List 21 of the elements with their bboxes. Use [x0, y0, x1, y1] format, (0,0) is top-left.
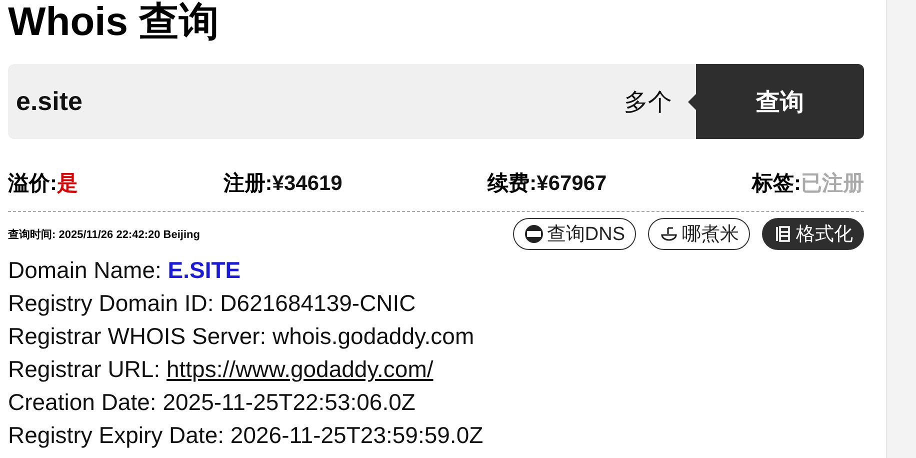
stat-text: 标签:已注册 — [752, 170, 864, 197]
whois-line: Registrar WHOIS Server: whois.godaddy.com — [8, 322, 476, 351]
whois-line: Registry Domain ID: D621684139-CNIC — [8, 289, 417, 318]
stat-text: 续费:¥67967 — [488, 171, 607, 197]
action-button[interactable]: 查询DNS — [512, 218, 636, 250]
whois-line: Registry Expiry Date: 2026-11-25T23:59:59.0Z — [8, 421, 484, 450]
stat-text: 溢价:是 — [8, 171, 78, 197]
page-title: Whois 查询 — [8, 0, 220, 44]
domain-field[interactable]: e.site 多个 — [8, 64, 688, 139]
action-button[interactable]: 哪煮米 — [648, 218, 750, 250]
whois-line: Registrar URL: https://www.godaddy.com/ — [8, 355, 434, 384]
url-link[interactable]: https://www.godaddy.com/ — [166, 356, 434, 382]
query-time: 查询时间: 2025/11/26 22:42:20 Beijing — [8, 228, 200, 242]
list-icon — [773, 224, 793, 244]
whois-line: Creation Date: 2025-11-25T22:53:06.0Z — [8, 388, 416, 417]
query-button[interactable]: 查询 — [696, 64, 864, 139]
multiple-toggle[interactable]: 多个 — [624, 86, 672, 118]
stat-text: 注册:¥34619 — [223, 170, 342, 197]
action-button[interactable]: 格式化 — [762, 218, 864, 250]
bowl-icon — [659, 224, 679, 244]
whois-line: Domain Name: E.SITE — [8, 256, 242, 285]
